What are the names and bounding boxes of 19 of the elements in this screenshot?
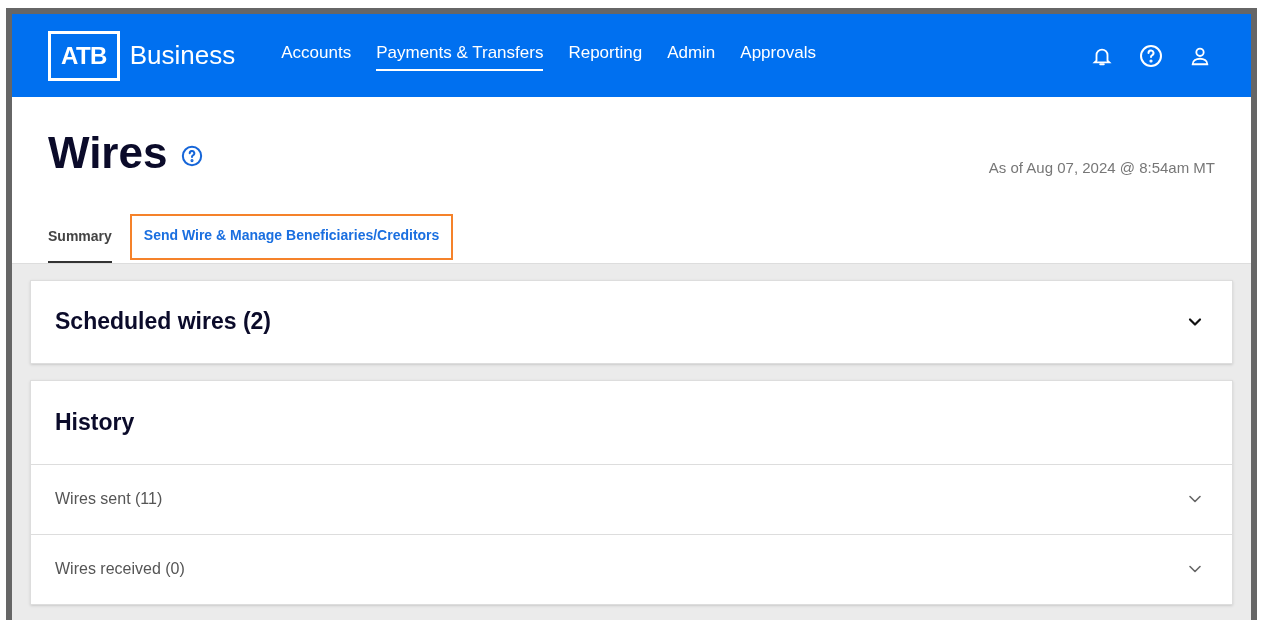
- nav-link[interactable]: Accounts: [281, 40, 352, 71]
- scheduled-wires-panel[interactable]: Scheduled wires (2): [30, 279, 1233, 364]
- panel-title: Scheduled wires (2): [55, 307, 271, 337]
- tab[interactable]: Summary: [48, 225, 112, 263]
- logo-text: Business: [129, 39, 236, 72]
- nav-link[interactable]: Admin: [667, 40, 716, 71]
- timestamp: As of Aug 07, 2024 @ 8:54am MT: [988, 158, 1215, 178]
- nav-link[interactable]: Reporting: [568, 40, 643, 71]
- logo-mark: ATB: [48, 30, 120, 81]
- page-title: Wires: [48, 131, 168, 176]
- row-label: Wires sent (11): [55, 489, 163, 509]
- panel-title: History: [55, 407, 135, 437]
- tab[interactable]: Send Wire & Manage Beneficiaries/Creditors: [131, 215, 452, 258]
- nav-link[interactable]: Payments & Transfers: [376, 40, 544, 71]
- accordion-row[interactable]: Wires sent (11): [31, 463, 1232, 534]
- help-icon[interactable]: [181, 145, 204, 168]
- nav-link[interactable]: Approvals: [740, 40, 816, 71]
- accordion-row[interactable]: Wires received (0): [31, 533, 1232, 604]
- row-label: Wires received (0): [55, 559, 185, 579]
